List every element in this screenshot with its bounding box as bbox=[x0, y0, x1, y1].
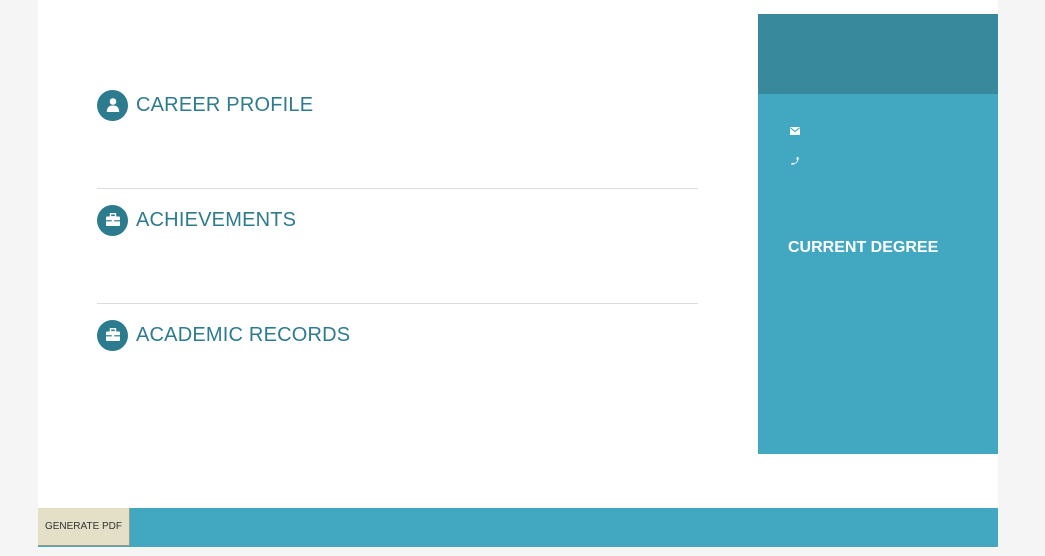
generate-pdf-button[interactable]: GENERATE PDF bbox=[38, 508, 130, 546]
sidebar: CURRENT DEGREE bbox=[758, 14, 998, 454]
section-title: CAREER PROFILE bbox=[97, 89, 698, 121]
user-icon bbox=[97, 89, 128, 121]
current-degree-label: CURRENT DEGREE bbox=[788, 239, 939, 256]
section-label: ACADEMIC RECORDS bbox=[136, 323, 351, 346]
sidebar-header bbox=[758, 14, 998, 94]
section-achievements: ACHIEVEMENTS bbox=[97, 204, 698, 236]
section-divider bbox=[97, 303, 698, 304]
briefcase-icon bbox=[97, 319, 128, 351]
section-title: ACADEMIC RECORDS bbox=[97, 319, 698, 351]
section-divider bbox=[97, 188, 698, 189]
section-title: ACHIEVEMENTS bbox=[97, 204, 698, 236]
main-content: CAREER PROFILE ACHIEVEMENTS ACADEMIC REC… bbox=[38, 0, 758, 500]
section-academic-records: ACADEMIC RECORDS bbox=[97, 319, 698, 351]
resume-page: CAREER PROFILE ACHIEVEMENTS ACADEMIC REC… bbox=[38, 0, 998, 548]
section-label: CAREER PROFILE bbox=[136, 93, 314, 116]
briefcase-icon bbox=[97, 204, 128, 236]
section-label: ACHIEVEMENTS bbox=[136, 208, 297, 231]
envelope-icon bbox=[788, 125, 802, 137]
phone-icon bbox=[788, 155, 802, 167]
footer-bar: GENERATE PDF bbox=[38, 508, 998, 547]
section-career-profile: CAREER PROFILE bbox=[97, 89, 698, 121]
